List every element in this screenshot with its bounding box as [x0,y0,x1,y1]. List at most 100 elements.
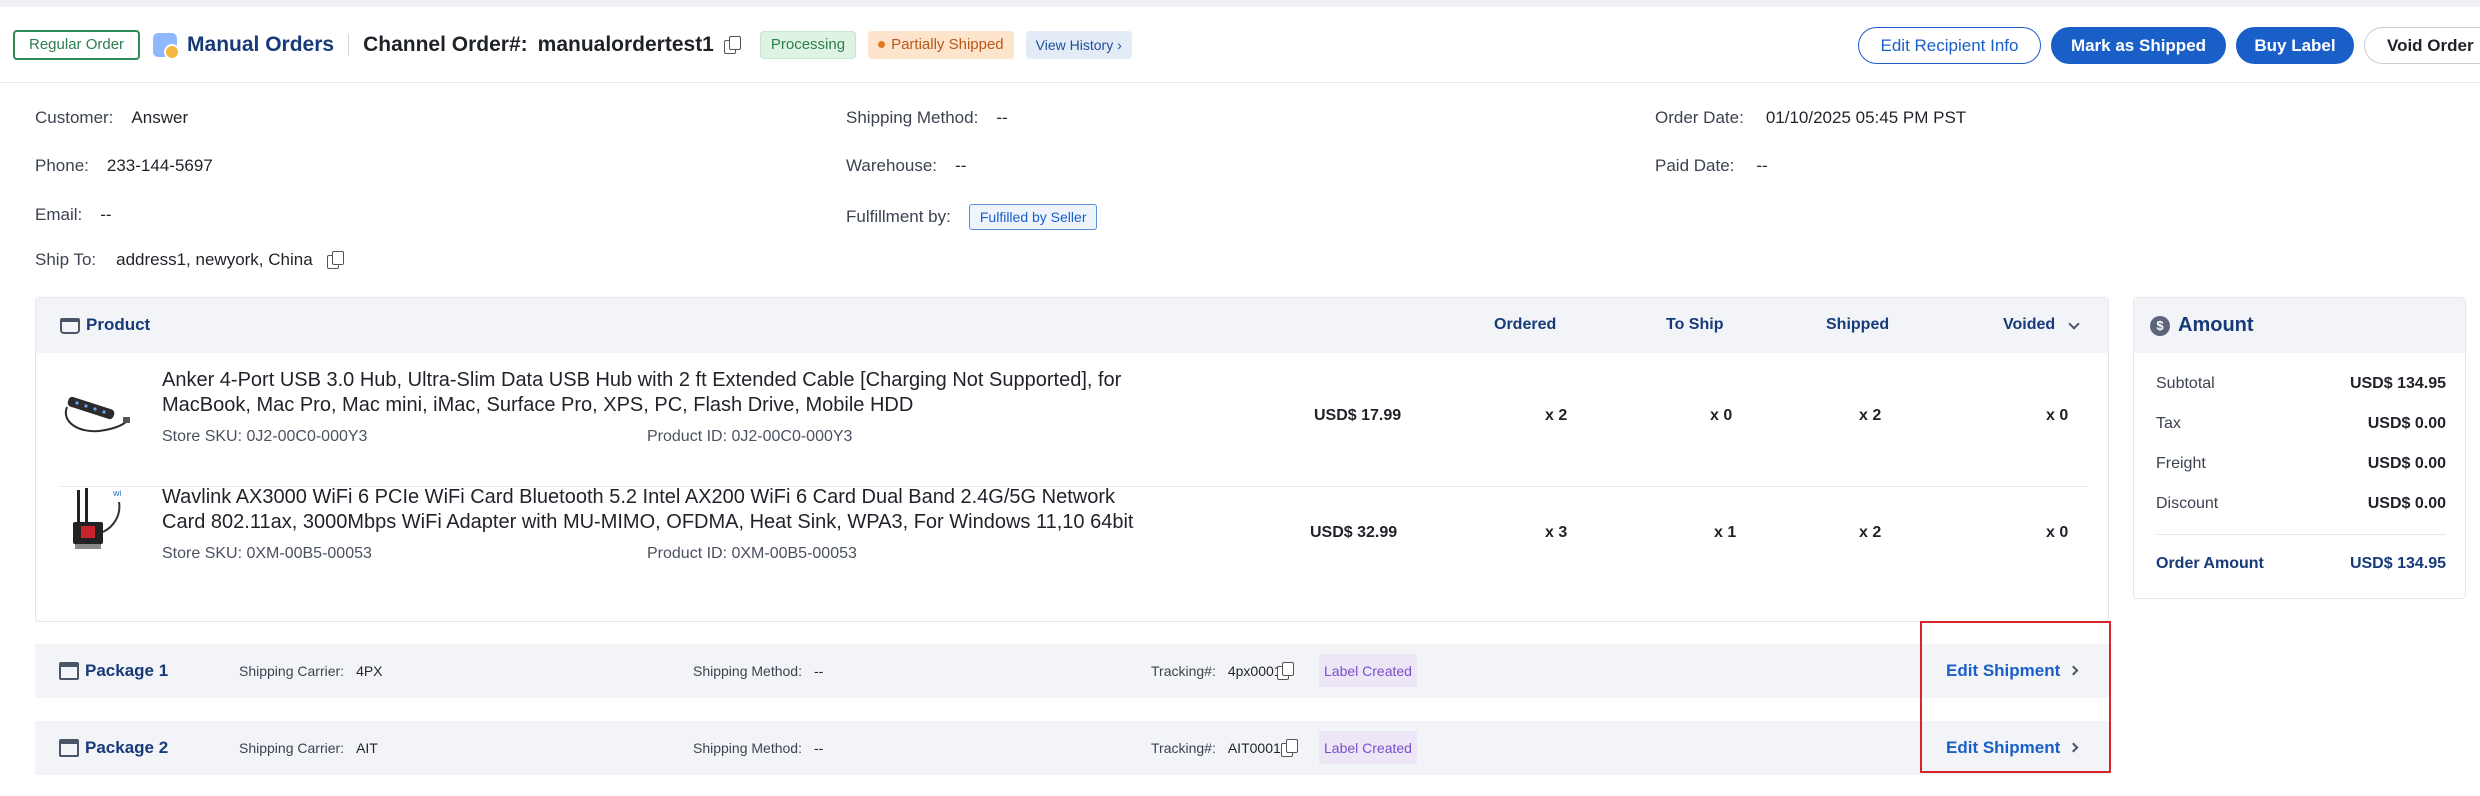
customer-field: Customer: Answer [35,108,188,128]
shipping-carrier-label: Shipping Carrier: [239,740,345,756]
package-name: Package 2 [85,738,169,757]
subtotal-row: Subtotal USD$ 134.95 [2156,375,2446,393]
manual-orders-icon [153,32,181,60]
product-table-header: Product Ordered To Ship Shipped Voided [36,298,2108,353]
discount-row: Discount USD$ 0.00 [2156,495,2446,513]
email-field: Email: -- [35,205,112,225]
table-row: Anker 4-Port USB 3.0 Hub, Ultra-Slim Dat… [36,355,2110,470]
discount-label: Discount [2156,495,2219,512]
dollar-icon: $ [2150,315,2170,336]
basket-icon [60,318,80,334]
status-badge-label: Partially Shipped [891,36,1004,53]
product-image-wifi-card: Wl [73,488,122,549]
shipping-carrier-value: AIT [356,740,378,756]
order-amount-value: USD$ 134.95 [2349,555,2446,572]
phone-value: 233-144-5697 [106,156,213,175]
order-header: Regular Order Manual Orders Channel Orde… [0,7,2480,83]
qty-voided: x 0 [2046,524,2069,541]
order-date-field: Order Date: 01/10/2025 05:45 PM PST [1655,108,1966,128]
shipping-method-label: Shipping Method: [693,663,802,679]
shipping-carrier-field: Shipping Carrier: AIT [239,740,378,756]
column-shipped: Shipped [1826,316,1890,333]
shipping-method-value: -- [813,663,824,679]
channel-order-label: Channel Order#: [363,32,528,56]
tracking-field: Tracking#: AIT0001 [1151,740,1281,756]
phone-field: Phone: 233-144-5697 [35,156,213,176]
status-badge-processing: Processing [759,30,857,59]
warehouse-field: Warehouse: -- [846,156,966,176]
buy-label-button[interactable]: Buy Label [2236,27,2354,64]
tracking-label: Tracking#: [1151,663,1216,679]
edit-recipient-button[interactable]: Edit Recipient Info [1858,27,2041,64]
product-name[interactable]: Wavlink AX3000 WiFi 6 PCIe WiFi Card Blu… [162,485,1142,535]
copy-icon[interactable] [723,35,741,54]
mark-as-shipped-button[interactable]: Mark as Shipped [2051,27,2226,64]
tracking-label: Tracking#: [1151,740,1216,756]
tracking-field: Tracking#: 4px0001 [1151,663,1282,679]
freight-row: Freight USD$ 0.00 [2156,455,2446,473]
amount-header: $ Amount [2134,298,2465,353]
label-status-badge: Label Created [1319,731,1417,764]
chevron-right-icon[interactable] [2068,665,2079,676]
shipping-carrier-field: Shipping Carrier: 4PX [239,663,383,679]
warehouse-label: Warehouse: [846,156,938,175]
store-sku: Store SKU: 0XM-00B5-00053 [162,545,372,562]
order-type-tag: Regular Order [13,29,141,60]
chevron-down-icon[interactable] [2068,318,2080,330]
shipping-method-value: -- [813,740,824,756]
header-actions: Edit Recipient Info Mark as Shipped Buy … [1848,27,2480,64]
qty-to-ship: x 1 [1714,524,1737,541]
edit-shipment-button[interactable]: Edit Shipment [1946,738,2060,758]
qty-to-ship: x 0 [1710,407,1733,424]
chevron-right-icon[interactable] [2068,742,2079,753]
qty-voided: x 0 [2046,407,2069,424]
amount-card: $ Amount Subtotal USD$ 134.95 Tax USD$ 0… [2133,297,2466,599]
freight-value: USD$ 0.00 [2367,455,2446,472]
label-status-badge: Label Created [1319,654,1417,687]
copy-icon[interactable] [1281,739,1298,757]
qty-shipped: x 2 [1859,407,1882,424]
svg-text:Wl: Wl [113,491,122,498]
edit-shipment-button[interactable]: Edit Shipment [1946,661,2060,681]
customer-label: Customer: [35,108,114,127]
subtotal-label: Subtotal [2156,375,2215,392]
qty-shipped: x 2 [1859,524,1882,541]
product-table: Product Ordered To Ship Shipped Voided A… [35,297,2109,622]
warehouse-value: -- [955,156,967,175]
order-amount-label: Order Amount [2156,555,2264,572]
amount-title: Amount [2178,314,2254,336]
customer-value: Answer [131,108,189,127]
channel-order-value: manualordertest1 [537,32,714,56]
qty-ordered: x 2 [1545,407,1568,424]
copy-icon[interactable] [326,251,344,269]
header-divider [348,33,350,56]
order-date-label: Order Date: [1655,108,1744,127]
fulfillment-badge: Fulfilled by Seller [968,204,1098,230]
shipping-method-field: Shipping Method: -- [693,740,823,756]
shipping-carrier-label: Shipping Carrier: [239,663,345,679]
shipping-carrier-value: 4PX [356,663,383,679]
column-product: Product [86,315,151,334]
amount-divider [2156,534,2446,535]
copy-icon[interactable] [1277,662,1294,680]
package-row-1: Package 1 Shipping Carrier: 4PX Shipping … [35,644,2109,698]
ship-to-value: address1, newyork, China [116,250,313,269]
void-order-button[interactable]: Void Order [2364,27,2480,64]
product-price: USD$ 32.99 [1310,524,1398,541]
subtotal-value: USD$ 134.95 [2349,375,2446,392]
tracking-value: AIT0001 [1227,740,1281,756]
view-history-link[interactable]: View History › [1025,30,1132,59]
order-amount-row: Order Amount USD$ 134.95 [2156,555,2446,573]
fulfillment-label: Fulfillment by: [846,207,951,226]
package-name: Package 1 [85,661,169,680]
product-id: Product ID: 0J2-00C0-000Y3 [647,428,853,445]
qty-ordered: x 3 [1545,524,1568,541]
product-name[interactable]: Anker 4-Port USB 3.0 Hub, Ultra-Slim Dat… [162,368,1142,418]
discount-value: USD$ 0.00 [2367,495,2446,512]
email-value: -- [100,205,112,224]
shipping-method-label: Shipping Method: [846,108,979,127]
table-row: Wl Wavlink AX3000 WiFi 6 PCIe WiFi Card … [36,472,2110,587]
status-dot-icon [878,41,886,48]
store-sku: Store SKU: 0J2-00C0-000Y3 [162,428,368,445]
ship-to-label: Ship To: [35,250,97,269]
